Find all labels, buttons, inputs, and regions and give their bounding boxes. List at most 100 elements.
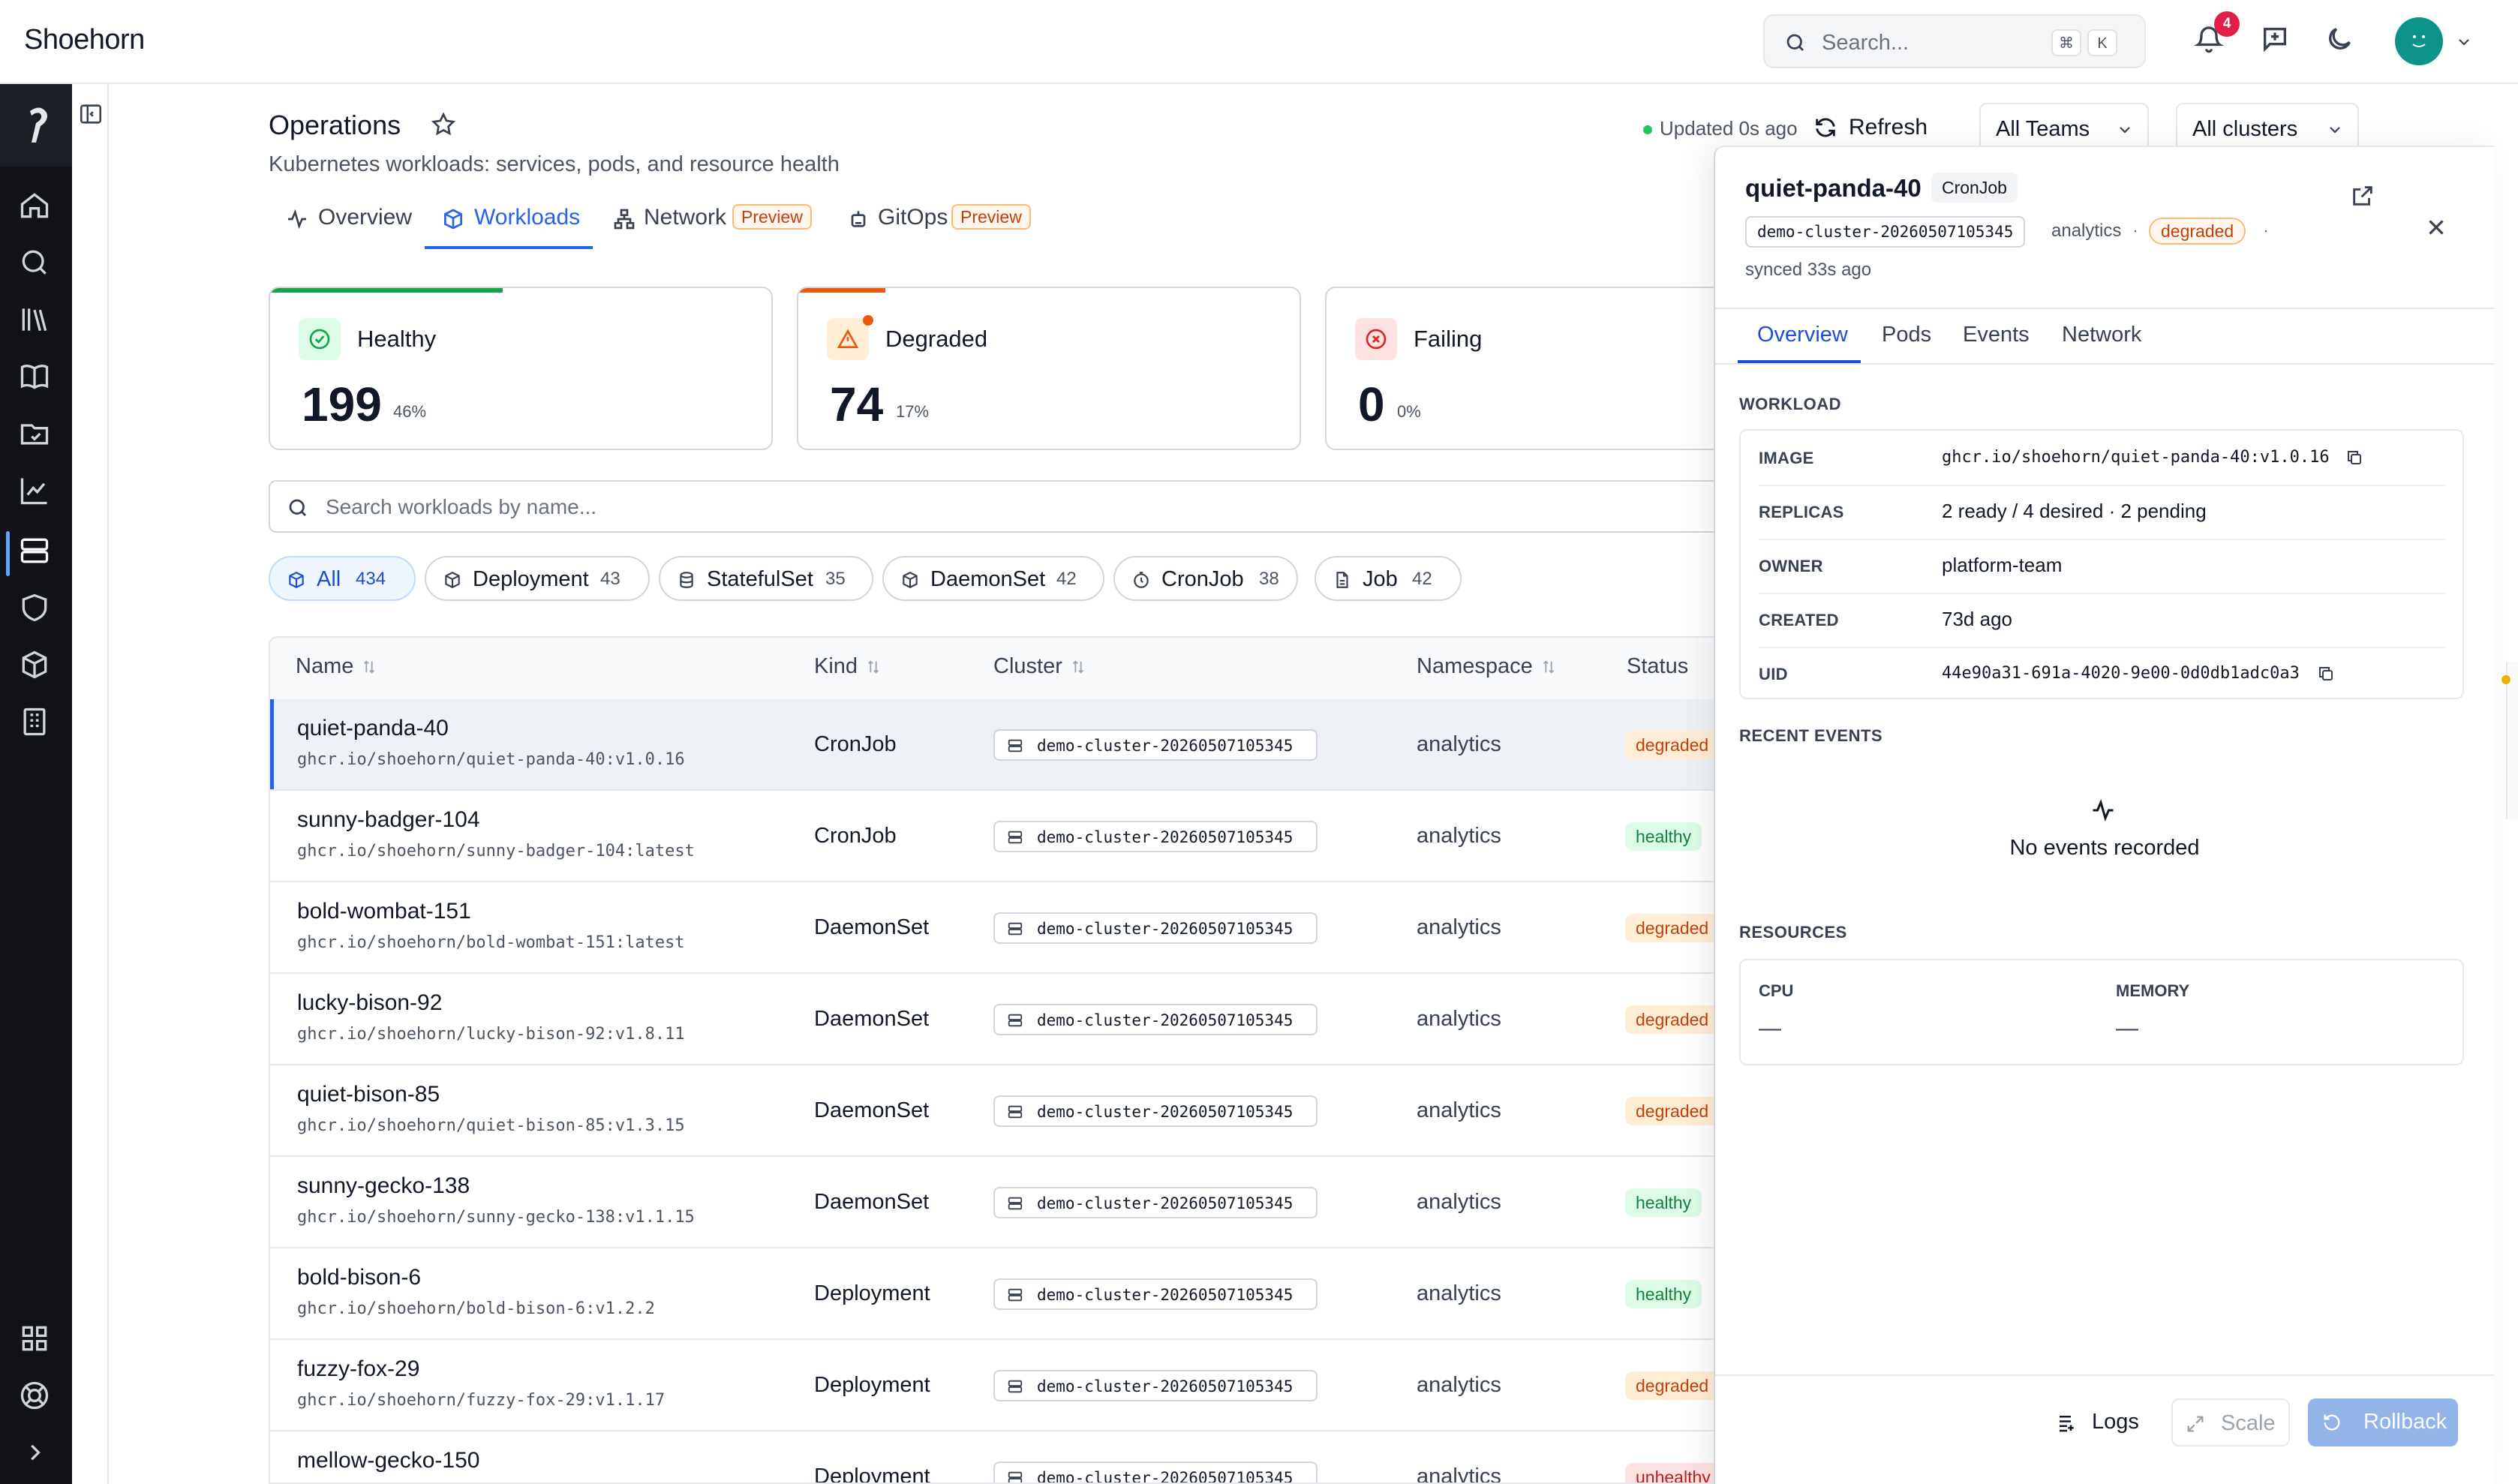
workload-name[interactable]: bold-bison-6: [297, 1265, 421, 1290]
scroll-edge-handle[interactable]: [2506, 662, 2518, 819]
home-icon[interactable]: [18, 189, 54, 225]
rollback-button[interactable]: Rollback: [2308, 1398, 2458, 1446]
drawer-synced: synced 33s ago: [1745, 260, 1872, 280]
moon-icon[interactable]: [2324, 24, 2359, 59]
workload-kind: CronJob: [814, 824, 897, 848]
sidebar-divider: [107, 84, 109, 1484]
field-replicas: REPLICAS 2 ready / 4 desired · 2 pending: [1759, 485, 2446, 540]
close-icon[interactable]: [2423, 215, 2449, 240]
tab-workloads[interactable]: Workloads: [425, 194, 593, 249]
tab-network[interactable]: Network Preview: [606, 194, 816, 249]
external-link-icon[interactable]: [2350, 183, 2375, 209]
sidebar-toggle-icon[interactable]: [78, 101, 104, 127]
workload-name[interactable]: bold-wombat-151: [297, 899, 471, 924]
filter-chip-count: 38: [1259, 569, 1279, 589]
brand-logo[interactable]: Shoehorn: [24, 24, 145, 56]
table-row[interactable]: sunny-badger-104 ghcr.io/shoehorn/sunny-b…: [270, 791, 1768, 882]
feedback-icon[interactable]: [2260, 24, 2294, 59]
refresh-label: Refresh: [1849, 115, 1928, 140]
drawer-status-badge: degraded: [2149, 218, 2246, 245]
building-icon[interactable]: [18, 705, 54, 741]
table-row[interactable]: bold-bison-6 ghcr.io/shoehorn/bold-bison-…: [270, 1248, 1768, 1340]
folder-check-icon[interactable]: [18, 417, 54, 453]
tab-overview-label: Overview: [318, 205, 413, 230]
table-row[interactable]: fuzzy-fox-29 ghcr.io/shoehorn/fuzzy-fox-2…: [270, 1340, 1768, 1431]
workload-name[interactable]: mellow-gecko-150: [297, 1448, 479, 1473]
filter-chip-statefulset[interactable]: StatefulSet 35: [659, 556, 873, 601]
filter-chip-count: 434: [356, 569, 386, 589]
chart-line-icon[interactable]: [18, 474, 54, 510]
scale-button[interactable]: Scale: [2171, 1398, 2290, 1446]
search-icon[interactable]: [18, 246, 54, 282]
column-header-kind[interactable]: Kind: [814, 654, 882, 679]
alert-dot: [863, 315, 873, 326]
grid-icon[interactable]: [18, 1322, 54, 1358]
server-icon: [1007, 921, 1023, 937]
preview-badge: Preview: [951, 204, 1031, 230]
column-header-name[interactable]: Name: [296, 654, 377, 679]
chevron-down-icon[interactable]: [2455, 33, 2473, 51]
field-uid: UID 44e90a31-691a-4020-9e00-0d0db1adc0a3: [1759, 647, 2446, 701]
workload-kind: Deployment: [814, 1281, 930, 1305]
user-avatar[interactable]: [2395, 17, 2443, 65]
workload-name[interactable]: quiet-panda-40: [297, 716, 449, 741]
library-icon[interactable]: [18, 303, 54, 339]
filter-chip-deployment[interactable]: Deployment 43: [425, 556, 650, 601]
tab-overview[interactable]: Overview: [269, 194, 425, 249]
table-row[interactable]: bold-wombat-151 ghcr.io/shoehorn/bold-wom…: [270, 882, 1768, 974]
column-header-cluster[interactable]: Cluster: [993, 654, 1086, 679]
cluster-badge: demo-cluster-20260507105345: [993, 729, 1318, 761]
drawer-tab-overview[interactable]: Overview: [1757, 323, 1848, 347]
drawer-tab-network[interactable]: Network: [2062, 323, 2141, 347]
table-row[interactable]: lucky-bison-92 ghcr.io/shoehorn/lucky-bis…: [270, 974, 1768, 1065]
workload-name[interactable]: lucky-bison-92: [297, 990, 442, 1016]
book-icon[interactable]: [18, 360, 54, 396]
workload-name[interactable]: quiet-bison-85: [297, 1082, 440, 1107]
cluster-badge: demo-cluster-20260507105345: [993, 1461, 1318, 1482]
filter-chip-count: 43: [600, 569, 620, 589]
column-header-namespace[interactable]: Namespace: [1417, 654, 1557, 679]
table-row[interactable]: sunny-gecko-138 ghcr.io/shoehorn/sunny-ge…: [270, 1157, 1768, 1248]
logs-button[interactable]: Logs: [2044, 1398, 2164, 1446]
drawer-tab-events[interactable]: Events: [1963, 323, 2030, 347]
chevron-right-icon[interactable]: [18, 1436, 54, 1472]
rail-logo[interactable]: [0, 84, 72, 167]
copy-icon[interactable]: [2345, 449, 2363, 467]
box-icon: [287, 570, 306, 590]
workloads-table: Name Kind Cluster Namespace Status quiet…: [269, 636, 1769, 1484]
workload-name[interactable]: sunny-gecko-138: [297, 1173, 470, 1199]
status-card-healthy[interactable]: Healthy 199 46%: [269, 287, 773, 450]
search-icon: [1784, 32, 1807, 54]
filter-chip-label: StatefulSet: [707, 567, 813, 591]
server-icon[interactable]: [18, 534, 54, 570]
filter-chip-job[interactable]: Job 42: [1315, 556, 1462, 601]
table-row[interactable]: mellow-gecko-150 Deployment demo-cluster-2…: [270, 1431, 1768, 1482]
star-icon[interactable]: [430, 111, 457, 138]
cluster-name: demo-cluster-20260507105345: [1037, 828, 1294, 846]
filter-chip-all[interactable]: All 434: [269, 556, 416, 601]
package-plus-icon[interactable]: [18, 648, 54, 684]
column-header-status[interactable]: Status: [1627, 654, 1688, 679]
workload-name[interactable]: sunny-badger-104: [297, 807, 480, 833]
filter-chip-daemonset[interactable]: DaemonSet 42: [882, 556, 1104, 601]
workload-namespace: analytics: [1417, 1281, 1501, 1305]
status-card-degraded[interactable]: Degraded 74 17%: [797, 287, 1301, 450]
workload-heading: WORKLOAD: [1739, 395, 1841, 413]
workload-name[interactable]: fuzzy-fox-29: [297, 1356, 419, 1382]
help-buoy-icon[interactable]: [18, 1379, 54, 1415]
teams-select-value: All Teams: [1996, 117, 2090, 141]
logs-icon: [2056, 1412, 2078, 1434]
copy-icon[interactable]: [2317, 665, 2335, 683]
global-search[interactable]: Search... ⌘ K: [1763, 14, 2146, 68]
table-row[interactable]: quiet-panda-40 ghcr.io/shoehorn/quiet-pan…: [270, 699, 1768, 791]
filter-chip-cronjob[interactable]: CronJob 38: [1113, 556, 1298, 601]
shield-icon[interactable]: [18, 591, 54, 627]
activity-icon: [285, 207, 309, 231]
drawer-tab-pods[interactable]: Pods: [1882, 323, 1931, 347]
box-icon: [443, 570, 462, 590]
events-heading: RECENT EVENTS: [1739, 726, 1883, 745]
tab-gitops[interactable]: GitOps Preview: [840, 194, 1050, 249]
field-created: CREATED 73d ago: [1759, 593, 2446, 648]
table-row[interactable]: quiet-bison-85 ghcr.io/shoehorn/quiet-bis…: [270, 1065, 1768, 1157]
workload-search[interactable]: Search workloads by name...: [269, 480, 1769, 533]
